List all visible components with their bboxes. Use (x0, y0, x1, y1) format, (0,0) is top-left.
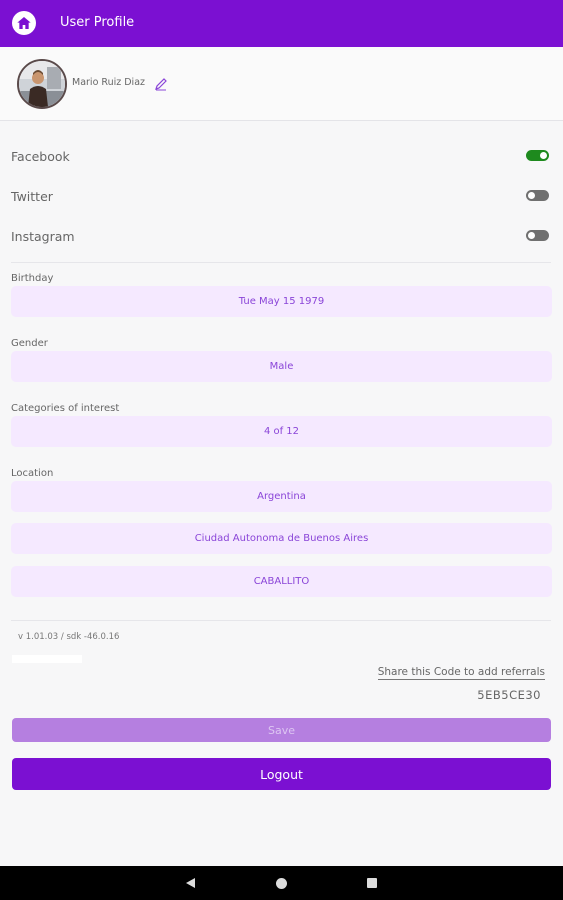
twitter-row: Twitter (11, 186, 551, 208)
page-title: User Profile (60, 15, 135, 30)
divider (11, 620, 551, 621)
birthday-field[interactable]: Tue May 15 1979 (11, 286, 552, 317)
divider (11, 262, 551, 263)
save-button[interactable]: Save (12, 718, 551, 742)
facebook-toggle[interactable] (526, 150, 549, 161)
country-field[interactable]: Argentina (11, 481, 552, 512)
instagram-toggle[interactable] (526, 230, 549, 241)
gender-field[interactable]: Male (11, 351, 552, 382)
twitter-label: Twitter (11, 189, 53, 204)
home-circle-icon[interactable] (276, 878, 287, 889)
pencil-icon (155, 78, 167, 91)
home-button[interactable] (12, 11, 36, 35)
avatar[interactable] (17, 59, 67, 109)
birthday-label: Birthday (11, 273, 54, 284)
instagram-label: Instagram (11, 229, 75, 244)
edit-profile-button[interactable] (154, 76, 168, 91)
twitter-toggle[interactable] (526, 190, 549, 201)
back-triangle-icon[interactable] (186, 878, 195, 888)
home-icon (17, 17, 31, 29)
profile-header: Mario Ruiz Diaz (0, 47, 563, 121)
toggle-knob (528, 232, 535, 239)
share-referral-link[interactable]: Share this Code to add referrals (377, 666, 545, 680)
profile-name: Mario Ruiz Diaz (72, 77, 145, 88)
toggle-knob (540, 152, 547, 159)
recents-square-icon[interactable] (367, 878, 377, 888)
province-field[interactable]: Ciudad Autonoma de Buenos Aires (11, 523, 552, 554)
facebook-row: Facebook (11, 146, 551, 168)
instagram-row: Instagram (11, 226, 551, 248)
location-label: Location (11, 468, 54, 479)
facebook-label: Facebook (11, 149, 70, 164)
version-text: v 1.01.03 / sdk -46.0.16 (18, 632, 120, 642)
gender-label: Gender (11, 338, 48, 349)
categories-label: Categories of interest (11, 403, 120, 414)
neighborhood-field[interactable]: CABALLITO (11, 566, 552, 597)
toggle-knob (528, 192, 535, 199)
referral-code: 5EB5CE30 (477, 688, 541, 702)
blank-strip (12, 655, 82, 663)
logout-button[interactable]: Logout (12, 758, 551, 790)
top-app-bar: User Profile (0, 0, 563, 47)
system-nav-bar (0, 866, 563, 900)
categories-field[interactable]: 4 of 12 (11, 416, 552, 447)
